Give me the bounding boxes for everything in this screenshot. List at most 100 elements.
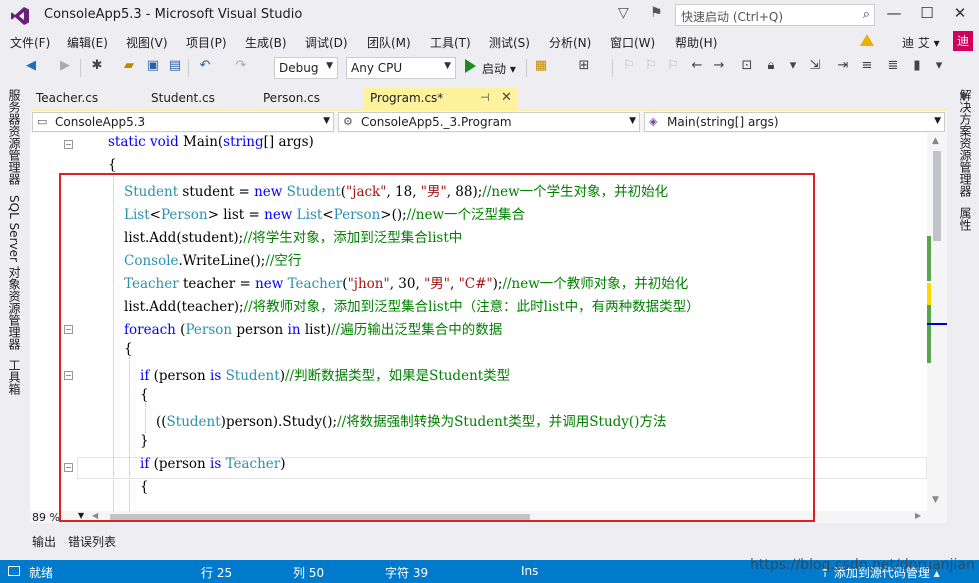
- status-insert-mode: Ins: [521, 564, 539, 578]
- bookmark-icon[interactable]: ⚐: [620, 58, 638, 73]
- change-marker: [927, 305, 931, 363]
- code-token: [] args): [263, 134, 314, 150]
- menu-team[interactable]: 团队(M): [367, 34, 411, 51]
- comment-icon[interactable]: ≡: [858, 58, 876, 73]
- platform-select[interactable]: Any CPU ▼: [346, 57, 456, 79]
- undo-icon[interactable]: ↶: [196, 58, 214, 73]
- scroll-right-icon[interactable]: ▶: [915, 511, 921, 520]
- close-icon[interactable]: ✕: [945, 4, 975, 22]
- redo-icon[interactable]: ↷: [232, 58, 250, 73]
- left-tool-panel: 服务器资源管理器 SQL Server 对象资源管理器 工具箱: [0, 83, 28, 553]
- annotation-box: [59, 173, 815, 522]
- open-file-icon[interactable]: ▰: [120, 58, 138, 73]
- bookmark-toggle-icon[interactable]: ▮: [908, 58, 926, 73]
- save-all-icon[interactable]: ▤: [166, 58, 184, 73]
- member-dropdown[interactable]: ◈ Main(string[] args) ▼: [644, 112, 945, 132]
- properties-tab[interactable]: 属性: [957, 207, 974, 231]
- configuration-select[interactable]: Debug ▼: [274, 57, 338, 79]
- scrollbar-thumb[interactable]: [933, 151, 941, 241]
- outline-icon[interactable]: ⊡: [738, 58, 756, 73]
- navigate-forward-icon[interactable]: ▶: [56, 58, 74, 73]
- menu-bar: 文件(F) 编辑(E) 视图(V) 项目(P) 生成(B) 调试(D) 团队(M…: [0, 31, 979, 53]
- status-window-icon: [8, 566, 20, 576]
- menu-tools[interactable]: 工具(T): [430, 34, 471, 51]
- toolbar-separator: [612, 59, 613, 77]
- vertical-scrollbar[interactable]: ▲ ▼: [927, 133, 947, 511]
- menu-project[interactable]: 项目(P): [186, 34, 227, 51]
- code-map-icon[interactable]: ⊞: [575, 58, 593, 73]
- notification-icon[interactable]: ⚑: [650, 5, 663, 21]
- filter-icon[interactable]: ▽: [618, 5, 629, 21]
- save-icon[interactable]: ▣: [144, 58, 162, 73]
- watermark: https://blog.csdn.net/dnruanjian: [750, 557, 975, 573]
- project-name: ConsoleApp5.3: [55, 115, 146, 129]
- status-line: 行 25: [201, 566, 233, 580]
- status-column: 列 50: [293, 566, 325, 580]
- toolbar-separator: [188, 59, 189, 77]
- toolbar-separator: [526, 59, 527, 77]
- uncomment-icon[interactable]: ≣: [884, 58, 902, 73]
- class-dropdown[interactable]: ⚙ ConsoleApp5._3.Program ▼: [338, 112, 640, 132]
- new-project-icon[interactable]: ✱: [88, 58, 106, 73]
- warning-icon[interactable]: [860, 34, 874, 46]
- zoom-level[interactable]: 89 %: [32, 511, 60, 523]
- change-marker: [927, 236, 931, 281]
- user-name[interactable]: 迪 艾 ▾: [902, 34, 940, 51]
- menu-build[interactable]: 生成(B): [245, 34, 287, 51]
- toolbar-overflow-icon[interactable]: ▾: [930, 58, 948, 73]
- bookmark-prev-icon[interactable]: ⚐: [642, 58, 660, 73]
- tab-error-list[interactable]: 错误列表: [68, 533, 116, 550]
- solution-explorer-tab[interactable]: 解决方案资源管理器: [957, 89, 974, 197]
- minimize-icon[interactable]: —: [879, 4, 909, 22]
- start-debugging-button[interactable]: 启动 ▾: [482, 60, 516, 77]
- menu-file[interactable]: 文件(F): [10, 34, 50, 51]
- start-debugging-icon[interactable]: [465, 59, 476, 73]
- avatar[interactable]: 迪: [953, 31, 973, 51]
- navigate-back-icon[interactable]: ◀: [22, 58, 40, 73]
- code-line[interactable]: static void Main(string[] args): [108, 134, 314, 150]
- collapse-icon[interactable]: −: [64, 140, 73, 149]
- bookmark-next-icon[interactable]: ⚐: [664, 58, 682, 73]
- browser-link-icon[interactable]: ▦: [532, 58, 550, 73]
- menu-test[interactable]: 测试(S): [489, 34, 530, 51]
- scroll-up-icon[interactable]: ▲: [932, 136, 939, 146]
- document-tabs: Teacher.cs Student.cs Person.cs Program.…: [30, 88, 968, 110]
- server-explorer-tab[interactable]: 服务器资源管理器: [6, 89, 23, 185]
- indent-icon[interactable]: ⇥: [834, 58, 852, 73]
- toolbox-tab[interactable]: 工具箱: [6, 359, 23, 395]
- chevron-down-icon[interactable]: ▼: [960, 92, 968, 103]
- project-dropdown[interactable]: ▭ ConsoleApp5.3 ▼: [32, 112, 334, 132]
- menu-window[interactable]: 窗口(W): [610, 34, 655, 51]
- close-icon[interactable]: ✕: [501, 90, 512, 105]
- lock-icon[interactable]: 🔒︎: [762, 58, 780, 73]
- class-icon: ⚙: [343, 115, 353, 128]
- caret-position-marker: [927, 323, 947, 325]
- tab-output[interactable]: 输出: [32, 533, 56, 550]
- tab-program[interactable]: Program.cs*: [364, 88, 518, 110]
- menu-help[interactable]: 帮助(H): [675, 34, 717, 51]
- tab-student[interactable]: Student.cs: [145, 88, 221, 110]
- window-title: ConsoleApp5.3 - Microsoft Visual Studio: [44, 7, 303, 22]
- quick-launch-input[interactable]: 快速启动 (Ctrl+Q) ⌕: [675, 4, 875, 26]
- dropdown-icon[interactable]: ▾: [784, 58, 802, 73]
- chevron-down-icon: ▼: [323, 116, 330, 126]
- quick-launch-placeholder: 快速启动 (Ctrl+Q): [681, 10, 784, 24]
- menu-view[interactable]: 视图(V): [126, 34, 168, 51]
- tab-person[interactable]: Person.cs: [257, 88, 326, 110]
- standard-toolbar: ◀ ▶ ✱ ▰ ▣ ▤ ↶ ↷ Debug ▼ Any CPU ▼ 启动 ▾ ▦…: [0, 55, 979, 81]
- step-into-icon[interactable]: ⇲: [806, 58, 824, 73]
- change-marker: [927, 283, 931, 305]
- menu-analyze[interactable]: 分析(N): [549, 34, 591, 51]
- arrow-left-icon[interactable]: ←: [688, 58, 706, 73]
- menu-debug[interactable]: 调试(D): [305, 34, 348, 51]
- code-line[interactable]: {: [108, 157, 117, 173]
- search-icon[interactable]: ⌕: [863, 7, 870, 22]
- member-name: Main(string[] args): [667, 115, 779, 129]
- arrow-right-icon[interactable]: →: [710, 58, 728, 73]
- pin-icon[interactable]: ⊣: [480, 91, 490, 104]
- sql-object-explorer-tab[interactable]: SQL Server 对象资源管理器: [6, 195, 23, 350]
- menu-edit[interactable]: 编辑(E): [67, 34, 108, 51]
- maximize-icon[interactable]: ☐: [912, 4, 942, 22]
- tab-teacher[interactable]: Teacher.cs: [30, 88, 104, 110]
- scroll-down-icon[interactable]: ▼: [932, 495, 939, 505]
